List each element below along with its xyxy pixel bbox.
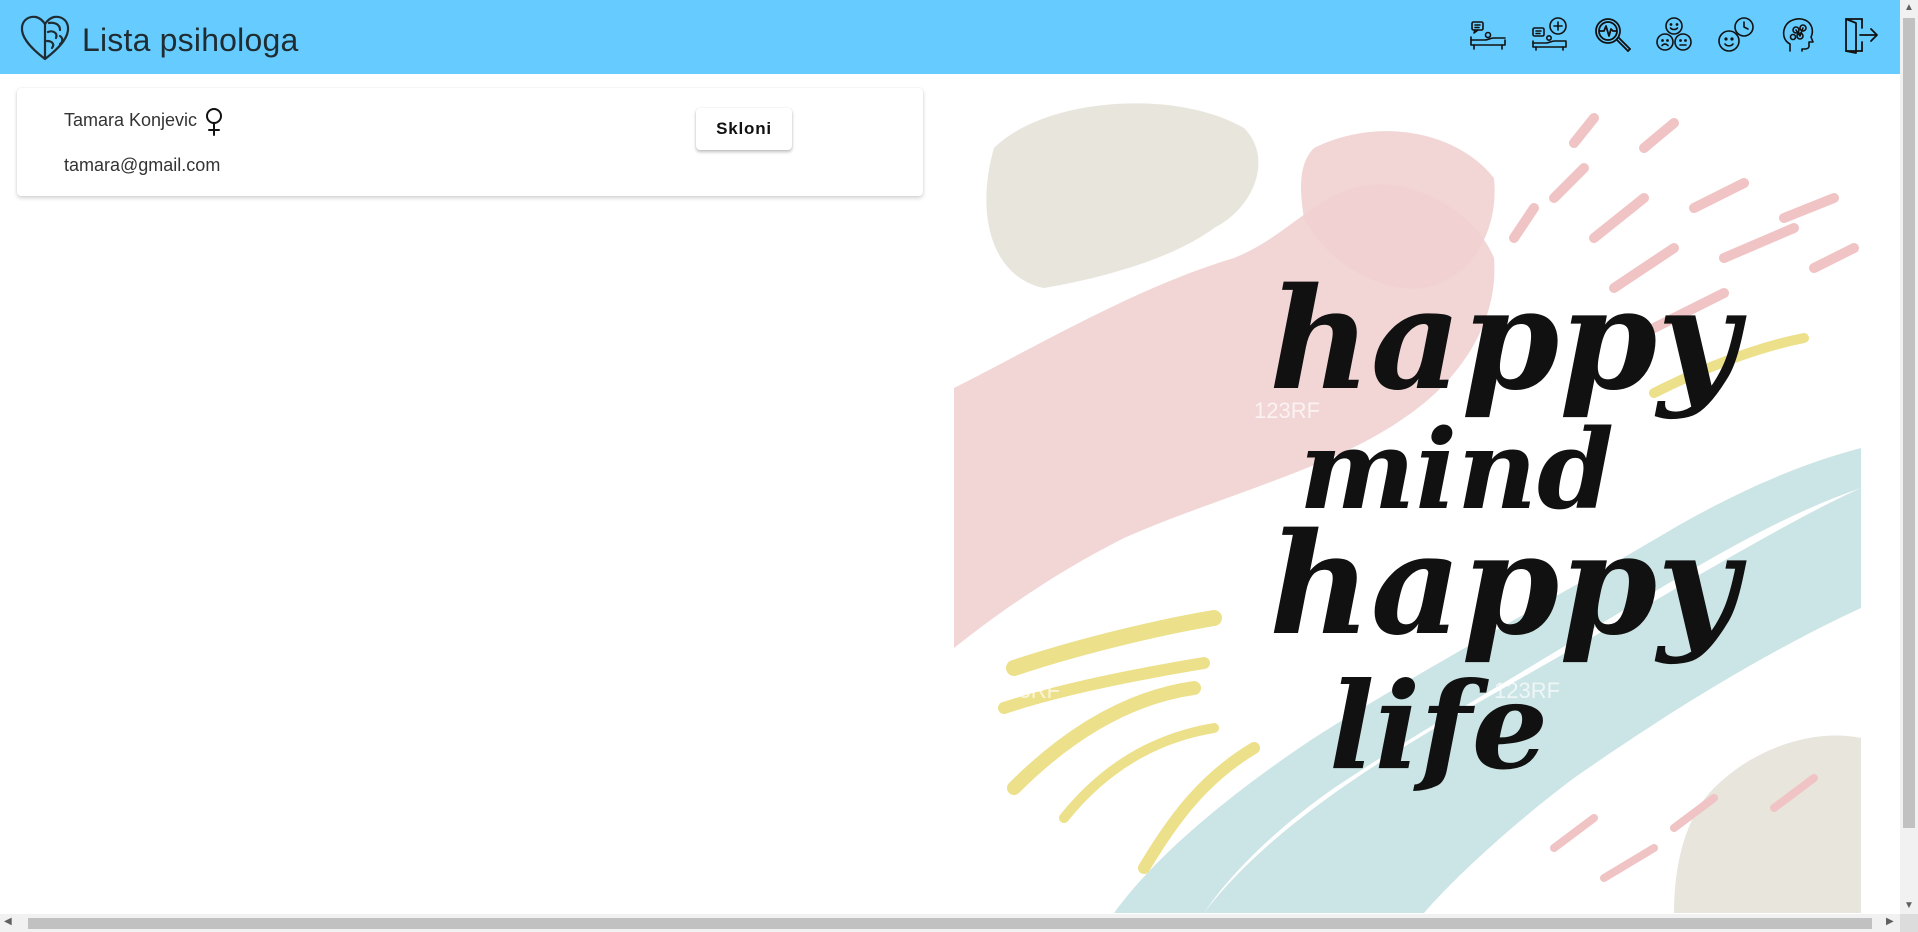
scroll-down-arrow-icon[interactable]: ▼ xyxy=(1904,900,1914,911)
watermark-text: 123RF xyxy=(1254,108,1320,133)
head-brain-icon[interactable] xyxy=(1778,14,1818,56)
group-emotions-icon[interactable] xyxy=(1654,14,1694,56)
scroll-left-arrow-icon[interactable]: ◀ xyxy=(4,916,12,927)
poster-word-happy-2: happy xyxy=(1269,503,1747,667)
top-app-bar: Lista psihologa xyxy=(0,0,1900,74)
smiley-clock-icon[interactable] xyxy=(1716,14,1756,56)
watermark-text: 123RF xyxy=(994,678,1060,703)
decline-button[interactable]: Skloni xyxy=(696,108,792,150)
scroll-right-arrow-icon[interactable]: ▶ xyxy=(1886,916,1894,927)
poster-word-happy-1: happy xyxy=(1269,258,1747,422)
happy-mind-poster: happy mind happy life 123RF 123RF 123RF … xyxy=(954,88,1861,913)
header-nav xyxy=(1468,14,1880,56)
logout-icon[interactable] xyxy=(1840,14,1880,56)
watermark-text: 123RF xyxy=(1744,368,1810,393)
page-title: Lista psihologa xyxy=(82,22,299,58)
horizontal-scrollbar[interactable]: ◀ ▶ xyxy=(0,914,1900,932)
magnifier-heartbeat-icon[interactable] xyxy=(1592,14,1632,56)
scrollbar-corner xyxy=(1900,914,1918,932)
female-symbol-icon xyxy=(202,106,226,136)
therapy-couch-chat-icon[interactable] xyxy=(1468,14,1508,56)
vertical-scroll-thumb[interactable] xyxy=(1903,18,1915,828)
watermark-text: 123RF xyxy=(1494,678,1560,703)
heart-brain-logo-icon xyxy=(18,14,72,62)
horizontal-scroll-thumb[interactable] xyxy=(28,918,1872,929)
watermark-text: 123RF xyxy=(1494,128,1560,153)
psychologist-card: Tamara Konjevic tamara@gmail.com Skloni xyxy=(17,88,923,196)
psychologist-email: tamara@gmail.com xyxy=(64,155,221,175)
vertical-scrollbar[interactable]: ▲ ▼ xyxy=(1900,0,1918,914)
psychologist-name: Tamara Konjevic xyxy=(64,110,198,130)
therapy-couch-add-icon[interactable] xyxy=(1530,14,1570,56)
scroll-up-arrow-icon[interactable]: ▲ xyxy=(1904,2,1914,13)
watermark-text: 123RF xyxy=(1254,398,1320,423)
